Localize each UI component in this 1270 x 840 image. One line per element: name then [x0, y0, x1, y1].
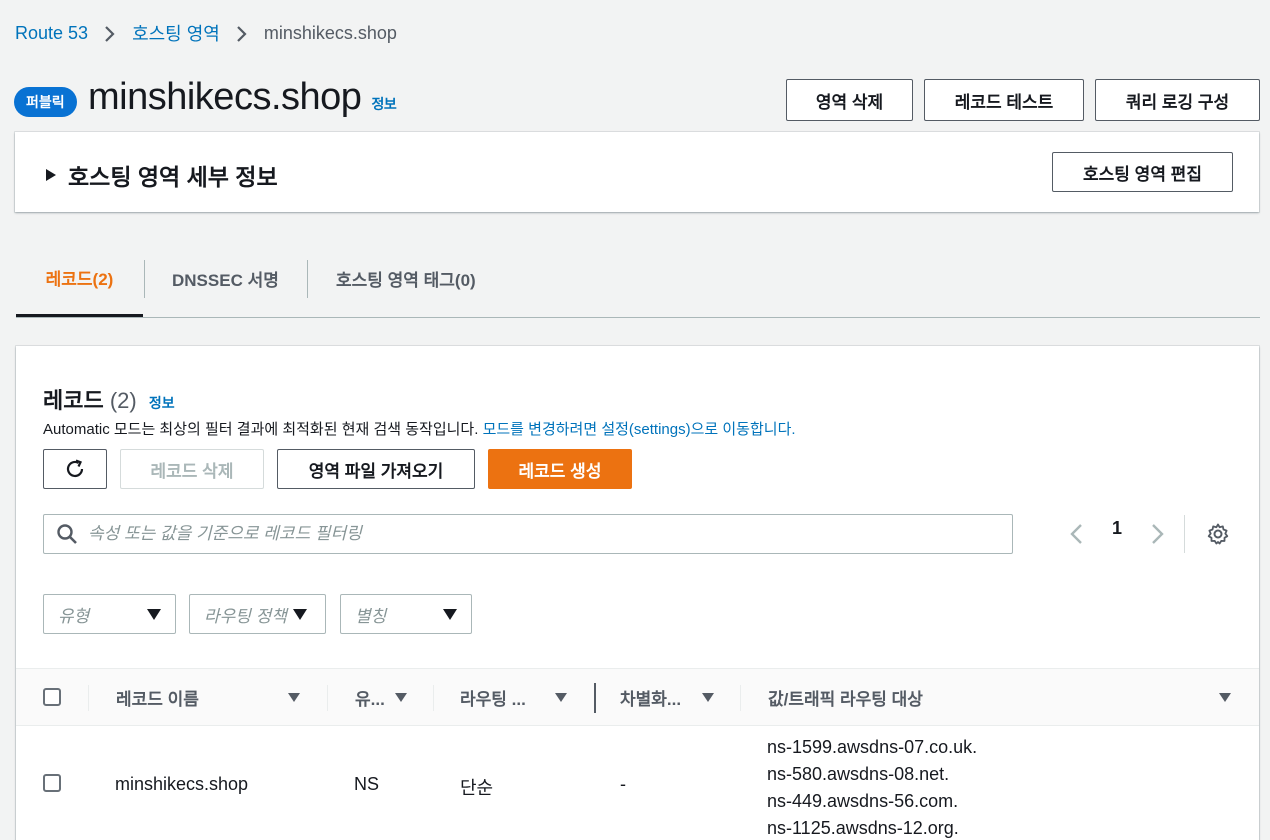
page-title: minshikecs.shop 정보 [88, 76, 397, 119]
gear-icon [1207, 523, 1229, 545]
record-value: ns-1125.awsdns-12.org. [767, 818, 959, 838]
search-icon [57, 524, 77, 544]
delete-record-button[interactable]: 레코드 삭제 [120, 449, 264, 489]
sort-icon [1219, 693, 1231, 702]
breadcrumb-current: minshikecs.shop [263, 22, 397, 43]
tab-divider [307, 260, 308, 298]
page-title-text: minshikecs.shop [88, 76, 362, 118]
column-header-routing-label: 라우팅 ... [460, 690, 526, 709]
record-values: ns-1599.awsdns-07.co.uk. ns-580.awsdns-0… [767, 734, 977, 840]
next-page-button[interactable] [1150, 522, 1166, 551]
record-routing: 단순 [460, 778, 494, 798]
delete-zone-button[interactable]: 영역 삭제 [786, 79, 913, 121]
tabs: 레코드(2) DNSSEC 서명 호스팅 영역 태그(0) [16, 240, 1260, 318]
chevron-right-icon [88, 23, 132, 44]
column-header-record-name[interactable]: 레코드 이름 [116, 669, 306, 726]
refresh-button[interactable] [43, 449, 107, 489]
records-table-header: 레코드 이름 유... 라우팅 ... 차별화... 값/트래픽 라우팅 대상 [16, 668, 1259, 726]
configure-query-logging-button[interactable]: 쿼리 로깅 구성 [1095, 79, 1260, 121]
record-value: ns-449.awsdns-56.com. [767, 791, 959, 811]
type-filter-dropdown[interactable]: 유형 [43, 594, 176, 634]
caret-down-icon [293, 609, 307, 620]
caret-right-icon [46, 169, 56, 181]
breadcrumb-hosted-zones-link[interactable]: 호스팅 영역 [132, 20, 220, 46]
settings-link[interactable]: 모드를 변경하려면 설정(settings)으로 이동합니다. [483, 421, 796, 438]
column-header-type-label: 유... [355, 690, 385, 709]
records-description: Automatic 모드는 최상의 필터 결과에 최적화된 현재 검색 동작입니… [43, 418, 796, 439]
records-description-text: Automatic 모드는 최상의 필터 결과에 최적화된 현재 검색 동작입니… [43, 421, 483, 438]
search-input[interactable] [88, 524, 988, 544]
routing-policy-filter-label: 라우팅 정책 [204, 606, 287, 626]
records-info-link[interactable]: 정보 [149, 395, 175, 411]
column-separator [433, 685, 434, 711]
chevron-left-icon [1070, 524, 1082, 544]
prev-page-button[interactable] [1068, 522, 1084, 551]
column-header-differentiator[interactable]: 차별화... [620, 669, 730, 726]
preferences-button[interactable] [1206, 522, 1230, 551]
column-header-routing[interactable]: 라우팅 ... [460, 669, 572, 726]
column-separator [327, 685, 328, 711]
tab-hosted-zone-tags-label: 호스팅 영역 태그(0) [336, 271, 476, 290]
tab-records-label: 레코드(2) [45, 269, 114, 289]
chevron-right-icon [1152, 524, 1164, 544]
sort-icon [555, 693, 567, 702]
records-title-text: 레코드 [43, 388, 104, 413]
current-page[interactable]: 1 [1112, 518, 1122, 539]
hosted-zone-details-title: 호스팅 영역 세부 정보 [68, 164, 278, 190]
record-type: NS [354, 774, 380, 794]
record-value: ns-1599.awsdns-07.co.uk. [767, 737, 978, 757]
sort-icon [288, 693, 300, 702]
records-count: (2) [109, 388, 137, 413]
column-header-differentiator-label: 차별화... [620, 690, 682, 709]
records-title: 레코드 (2) 정보 [43, 383, 175, 415]
caret-down-icon [147, 609, 161, 620]
breadcrumb-route53-link[interactable]: Route 53 [15, 23, 88, 44]
column-separator [88, 685, 89, 711]
sort-icon [702, 693, 714, 702]
table-row[interactable]: minshikecs.shop NS 단순 - ns-1599.awsdns-0… [16, 726, 1259, 840]
column-header-value-label: 값/트래픽 라우팅 대상 [768, 690, 923, 709]
record-filter-search [43, 514, 1013, 554]
chevron-right-icon [220, 23, 264, 44]
sort-icon [395, 693, 407, 702]
record-differentiator: - [620, 774, 626, 794]
alias-filter-dropdown[interactable]: 별칭 [340, 594, 472, 634]
tab-hosted-zone-tags[interactable]: 호스팅 영역 태그(0) [336, 240, 476, 317]
tab-records[interactable]: 레코드(2) [16, 240, 143, 317]
breadcrumb: Route 53 호스팅 영역 minshikecs.shop [15, 20, 397, 46]
import-zone-file-button[interactable]: 영역 파일 가져오기 [277, 449, 475, 489]
routing-policy-filter-dropdown[interactable]: 라우팅 정책 [189, 594, 326, 634]
public-badge: 퍼블릭 [14, 87, 77, 117]
column-resize-handle[interactable] [594, 683, 596, 713]
column-header-record-name-label: 레코드 이름 [116, 690, 199, 709]
tab-dnssec-label: DNSSEC 서명 [172, 271, 279, 290]
edit-hosted-zone-button[interactable]: 호스팅 영역 편집 [1052, 152, 1233, 192]
refresh-icon [66, 459, 84, 478]
column-header-value[interactable]: 값/트래픽 라우팅 대상 [768, 669, 1238, 726]
type-filter-label: 유형 [58, 606, 90, 626]
tab-dnssec[interactable]: DNSSEC 서명 [172, 240, 279, 317]
select-all-checkbox[interactable] [43, 688, 61, 706]
row-checkbox[interactable] [43, 774, 61, 792]
caret-down-icon [443, 609, 457, 620]
info-link[interactable]: 정보 [371, 96, 396, 112]
column-header-type[interactable]: 유... [355, 669, 427, 726]
test-record-button[interactable]: 레코드 테스트 [924, 79, 1084, 121]
create-record-button[interactable]: 레코드 생성 [488, 449, 632, 489]
alias-filter-label: 별칭 [355, 606, 387, 626]
pager-divider [1184, 515, 1185, 553]
column-separator [740, 685, 741, 711]
record-name: minshikecs.shop [115, 774, 249, 794]
hosted-zone-details-toggle[interactable]: 호스팅 영역 세부 정보 [46, 158, 278, 192]
record-value: ns-580.awsdns-08.net. [767, 764, 950, 784]
tab-divider [144, 260, 145, 298]
